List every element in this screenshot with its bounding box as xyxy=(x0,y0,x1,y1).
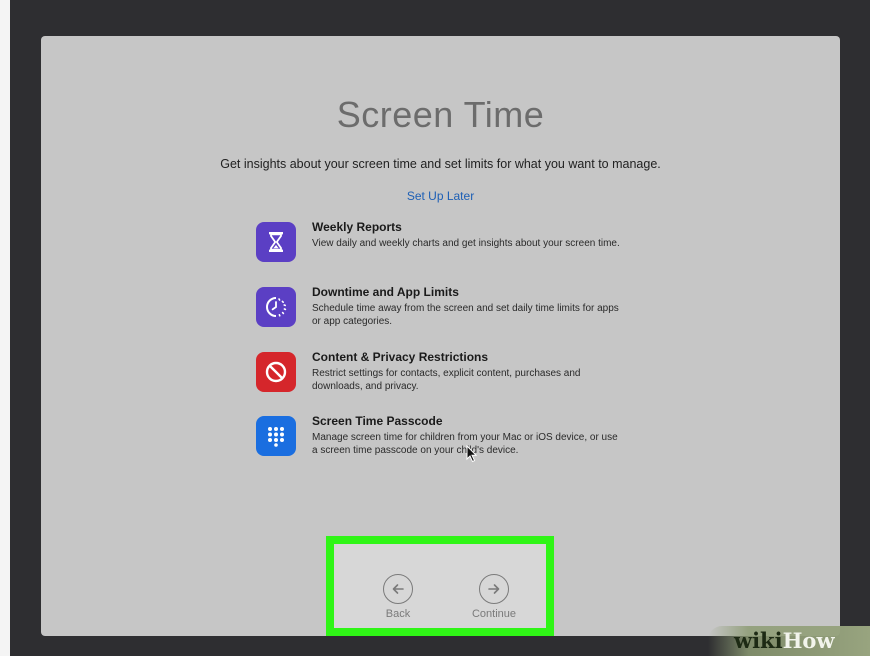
forward-arrow-icon xyxy=(479,574,509,604)
back-label: Back xyxy=(385,608,411,620)
downtime-icon xyxy=(256,287,296,327)
set-up-later-link[interactable]: Set Up Later xyxy=(41,189,840,203)
left-frame-edge xyxy=(0,0,10,656)
watermark-how: How xyxy=(782,628,835,653)
wikihow-watermark: wikiHow xyxy=(708,626,870,656)
watermark-wiki: wiki xyxy=(734,628,783,653)
mouse-pointer-icon xyxy=(466,444,478,468)
keypad-icon xyxy=(256,416,296,456)
continue-label: Continue xyxy=(471,608,517,620)
back-button[interactable]: Back xyxy=(376,574,420,620)
feature-title: Weekly Reports xyxy=(312,220,402,234)
page-title: Screen Time xyxy=(336,94,545,135)
hourglass-icon xyxy=(256,222,296,262)
page-subtitle: Get insights about your screen time and … xyxy=(220,157,661,171)
feature-title: Content & Privacy Restrictions xyxy=(312,350,489,364)
feature-title: Downtime and App Limits xyxy=(312,285,459,299)
no-entry-icon xyxy=(256,352,296,392)
feature-description: Restrict settings for contacts, explicit… xyxy=(312,368,581,392)
feature-description: Schedule time away from the screen and s… xyxy=(312,303,619,327)
feature-title: Screen Time Passcode xyxy=(312,414,443,428)
back-arrow-icon xyxy=(383,574,413,604)
continue-button[interactable]: Continue xyxy=(459,574,529,620)
feature-description: View daily and weekly charts and get ins… xyxy=(312,238,620,249)
nav-highlight-box: Back Continue xyxy=(326,536,554,636)
